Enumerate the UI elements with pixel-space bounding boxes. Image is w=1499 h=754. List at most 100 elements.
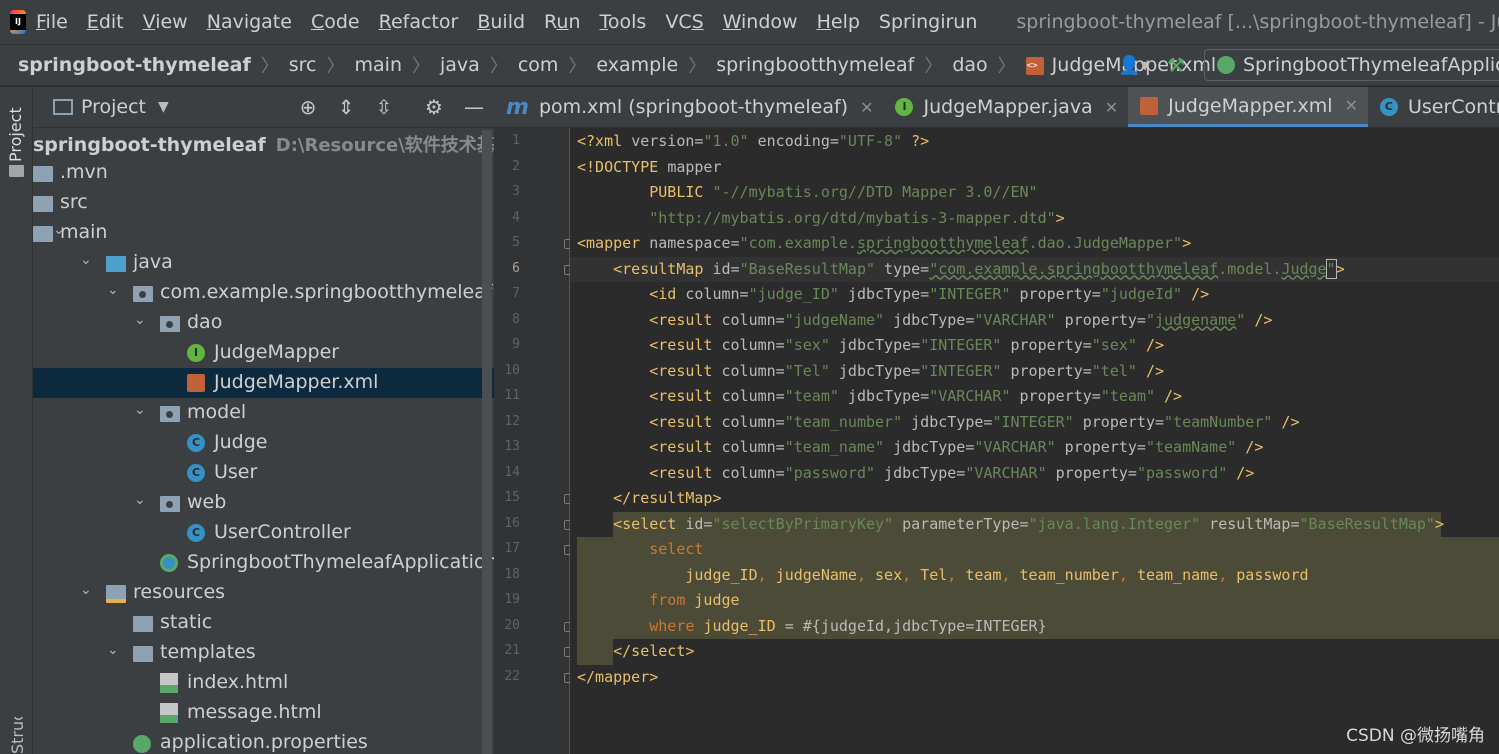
code-editor[interactable]: <?xml version="1.0" encoding="UTF-8" ?> <… [570,128,1499,754]
chevron-down-icon[interactable]: ⌄ [107,642,119,658]
menu-item-navigate[interactable]: Navigate [207,11,292,33]
build-button[interactable]: ⚒ [1156,50,1196,80]
line-number: 22 [504,668,520,684]
user-account-button[interactable]: 👤▾ [1112,50,1156,80]
tree-item[interactable]: ⌄ java [33,248,494,278]
line-number: 3 [512,184,520,199]
menu-item-view[interactable]: View [143,11,188,33]
chevron-down-icon[interactable]: ⌄ [80,582,92,598]
menu-item-edit[interactable]: Edit [87,11,124,33]
minimize-icon[interactable]: — [461,95,487,119]
tree-item[interactable]: ⌄ main [33,218,494,248]
breadcrumb-item[interactable]: src [279,54,317,76]
tree-item[interactable]: springboot-thymeleaf D:\Resource\软件技术基础\j… [33,128,494,158]
code-token: <?xml [577,132,632,150]
menu-item-text: ools [607,11,647,33]
collapse-all-icon[interactable]: ⇳ [371,95,397,119]
menu-item-springirun[interactable]: Springirun [879,11,978,33]
tree-item-label: templates [160,641,256,663]
menu-item-window[interactable]: Window [723,11,798,33]
code-token: /> [1136,336,1165,354]
expand-all-icon[interactable]: ⇕ [333,95,359,119]
tree-item[interactable]: ⌄ model [33,398,494,428]
editor-tab[interactable]: m pom.xml (springboot-thymeleaf) ✕ [494,87,883,127]
code-token: jdbcType= [829,361,921,380]
menu-item-help[interactable]: Help [817,11,860,33]
code-line: judge_ID, judgeName, sex, Tel, team, tea… [577,563,1308,588]
chevron-down-icon[interactable]: ⌄ [80,252,92,268]
gear-icon[interactable]: ⚙ [421,95,447,119]
project-tool-window-button[interactable]: Project [6,97,28,162]
editor-tab[interactable]: JudgeMapper.xml ✕ [1128,87,1368,127]
code-token: jdbcType= [829,336,921,354]
menu-item-vcs[interactable]: VCS [665,11,703,33]
tree-item[interactable]: ⌄ resources [33,578,494,608]
code-token: namespace= [649,234,740,252]
tree-item[interactable]: application.properties [33,728,494,754]
chevron-down-icon[interactable]: ⌄ [107,282,119,298]
tree-item-name: index.html [187,671,289,693]
chevron-down-icon[interactable]: ⌄ [134,402,146,418]
tree-item-label: SpringbootThymeleafApplication [187,551,494,573]
breadcrumb-item[interactable]: main [345,54,402,76]
project-panel-scrollbar[interactable] [482,130,492,754]
tree-item[interactable]: ⌄ com.example.springbootthymeleaf [33,278,494,308]
tree-item[interactable]: ⌄ dao [33,308,494,338]
tree-item[interactable]: index.html [33,668,494,698]
project-panel-header: Project ▼ ⊕ ⇕ ⇳ ⚙ — [33,87,494,128]
code-line: <result column="password" jdbcType="VARC… [577,461,1254,486]
tree-item[interactable]: JudgeMapper.xml [33,368,494,398]
locate-file-icon[interactable]: ⊕ [295,95,321,119]
code-token: jdbcType= [838,387,930,405]
breadcrumb-item[interactable]: com [508,54,559,76]
tree-item[interactable]: ⌄ web [33,488,494,518]
menu-item-tools[interactable]: Tools [600,11,647,33]
tree-item[interactable]: I JudgeMapper [33,338,494,368]
breadcrumb-item[interactable]: example [586,54,678,76]
chevron-down-icon[interactable]: ⌄ [134,492,146,508]
chevron-down-icon[interactable]: ⌄ [134,312,146,328]
breadcrumb-item[interactable]: springbootthymeleaf [706,54,914,76]
tree-item[interactable]: SpringbootThymeleafApplication [33,548,494,578]
close-icon[interactable]: ✕ [1345,96,1358,115]
breadcrumb-item[interactable]: java [430,54,480,76]
close-icon[interactable]: ✕ [1105,98,1118,117]
tree-item[interactable]: C User [33,458,494,488]
tree-item[interactable]: ⌄ templates [33,638,494,668]
close-icon[interactable]: ✕ [860,98,873,117]
chevron-down-icon[interactable]: ▼ [158,99,169,115]
html-file-icon [160,703,178,723]
code-token: ?> [902,132,930,150]
structure-tool-window-button[interactable]: Structure [8,717,30,754]
menu-item-run[interactable]: Run [544,11,580,33]
tree-item-name: .mvn [60,161,108,183]
menu-item-build[interactable]: Build [477,11,525,33]
breadcrumb-separator: 〉 [412,56,430,77]
run-configuration-selector[interactable]: SpringbootThymeleafApplication [1204,49,1499,81]
tree-item[interactable]: C Judge [33,428,494,458]
code-token: <select [613,514,686,533]
menu-item-code[interactable]: Code [311,11,360,33]
breadcrumb-label: java [440,54,480,76]
project-panel-title[interactable]: Project [81,96,146,118]
tree-item[interactable]: .mvn [33,158,494,188]
tree-item[interactable]: C UserController [33,518,494,548]
menu-item-text: dit [98,11,124,33]
editor-tab[interactable]: I JudgeMapper.java ✕ [883,87,1128,127]
tree-item[interactable]: static [33,608,494,638]
menu-item-text: n [568,11,581,33]
project-panel: Project ▼ ⊕ ⇕ ⇳ ⚙ — springboot-thymeleaf… [33,87,494,754]
code-token: , [947,565,966,584]
breadcrumb-item[interactable]: dao [942,54,987,76]
code-token: jdbcType= [875,463,966,482]
tree-item[interactable]: message.html [33,698,494,728]
menu-item-refactor[interactable]: Refactor [379,11,459,33]
editor-tab[interactable]: C UserController.java [1368,87,1499,127]
menu-item-file[interactable]: File [36,11,68,33]
code-token: " [1145,310,1155,329]
tree-item[interactable]: src [33,188,494,218]
code-line: select [577,537,703,562]
breadcrumb-item[interactable]: springboot-thymeleaf [0,54,251,76]
